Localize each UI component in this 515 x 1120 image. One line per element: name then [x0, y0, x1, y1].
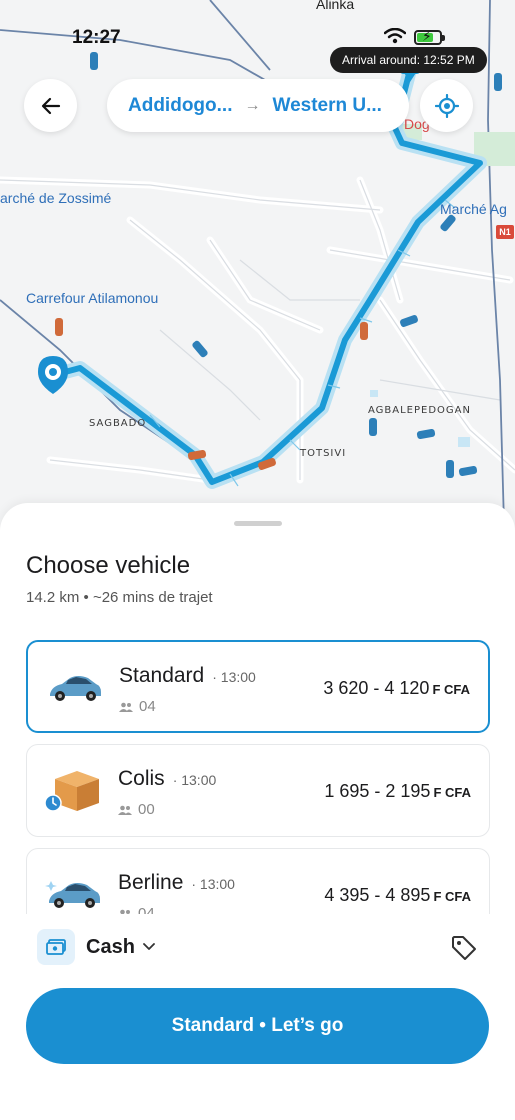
car-icon — [45, 881, 100, 908]
confirm-ride-button[interactable]: Standard • Let’s go — [26, 988, 489, 1064]
vehicle-eta: · 13:00 — [191, 876, 235, 892]
vehicle-price: 3 620 - 4 120 F CFA — [323, 678, 470, 698]
vehicle-seats: 00 — [118, 801, 155, 818]
origin-pin-icon — [38, 356, 68, 394]
route-summary-pill[interactable]: Addidogo... → Western U... — [107, 79, 409, 132]
payment-method-selector[interactable]: Cash — [37, 929, 155, 965]
vehicle-option-colis[interactable]: Colis · 13:00 00 1 695 - 2 195 F CFA — [26, 744, 490, 837]
route-origin: Addidogo... — [128, 94, 233, 116]
map-label-sagbado: SAGBADO — [89, 418, 147, 429]
people-icon — [118, 805, 132, 815]
map-label-agbalepedogan: AGBALEPEDOGAN — [368, 405, 471, 416]
cash-icon — [37, 929, 75, 965]
vehicle-name: Colis · 13:00 — [118, 767, 217, 790]
vehicle-eta: · 13:00 — [172, 772, 217, 788]
chevron-down-icon — [143, 943, 155, 950]
map-label-totsivi: TOTSIVI — [300, 448, 347, 459]
vehicle-list[interactable]: Standard · 13:00 04 3 620 - 4 120 F CFA Co… — [0, 636, 515, 914]
wifi-icon — [384, 28, 406, 44]
road-badge-n1: N1 — [496, 225, 514, 239]
status-bar-time: 12:27 — [72, 27, 121, 48]
locate-me-button[interactable] — [420, 79, 473, 132]
crosshair-icon — [434, 93, 459, 118]
vehicle-name: Berline · 13:00 — [118, 871, 235, 894]
map-view[interactable]: arché de Zossimé Marché Ag Carrefour Ati… — [0, 0, 515, 560]
vehicle-name: Standard · 13:00 — [119, 664, 256, 687]
vehicle-eta: · 13:00 — [212, 669, 256, 685]
sheet-title: Choose vehicle — [26, 552, 191, 579]
tag-icon[interactable] — [450, 934, 478, 962]
vehicle-selection-sheet: Choose vehicle 14.2 km • ~26 mins de tra… — [0, 503, 515, 1120]
arrow-right-icon: → — [244, 96, 261, 114]
arrival-time-badge: Arrival around: 12:52 PM — [330, 47, 487, 73]
vehicle-price: 4 395 - 4 895 F CFA — [324, 885, 471, 905]
map-label-marche-zossime: arché de Zossimé — [0, 190, 112, 206]
package-icon — [44, 771, 99, 812]
vehicle-price: 1 695 - 2 195 F CFA — [324, 781, 471, 801]
vehicle-seats: 04 — [118, 905, 155, 914]
people-icon — [120, 909, 130, 914]
route-destination: Western U... — [272, 94, 382, 116]
car-icon — [50, 676, 101, 701]
trip-summary: 14.2 km • ~26 mins de trajet — [26, 589, 213, 606]
arrow-left-icon — [41, 97, 60, 114]
map-label-marche-ag: Marché Ag — [440, 201, 507, 217]
battery-icon: ⚡ — [414, 29, 445, 45]
sheet-drag-handle[interactable] — [234, 521, 282, 526]
vehicle-option-standard[interactable]: Standard · 13:00 04 3 620 - 4 120 F CFA — [26, 640, 490, 733]
back-button[interactable] — [24, 79, 77, 132]
vehicle-option-berline[interactable]: Berline · 13:00 04 4 395 - 4 895 F CFA — [26, 848, 490, 914]
map-label-carrefour: Carrefour Atilamonou — [26, 290, 159, 306]
payment-method-label: Cash — [86, 935, 135, 958]
vehicle-seats: 04 — [119, 698, 156, 715]
status-bar-label: Alinka — [316, 0, 355, 12]
people-icon — [119, 702, 133, 712]
